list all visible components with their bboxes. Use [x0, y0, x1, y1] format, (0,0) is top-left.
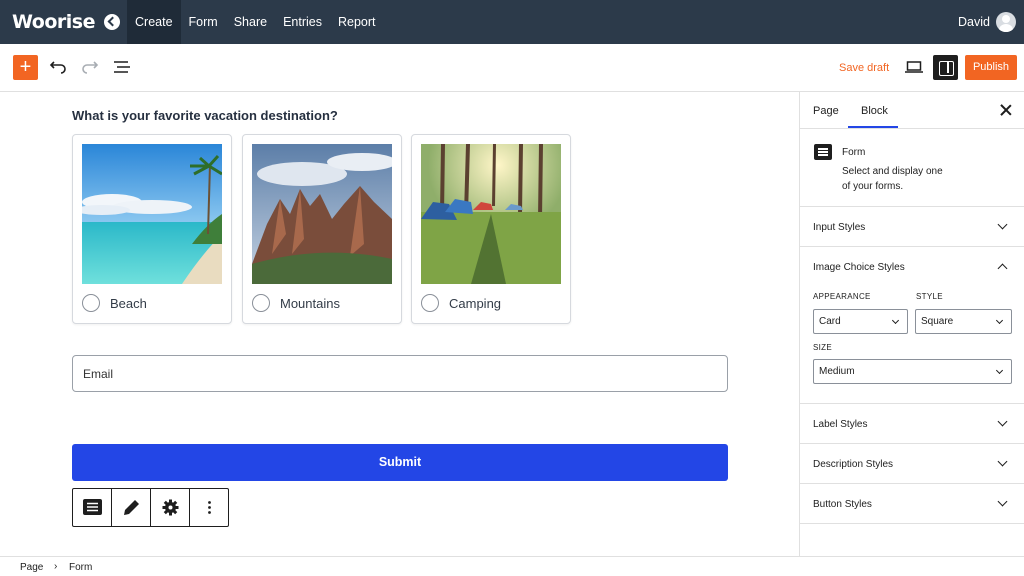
block-description: Select and display one of your forms. — [842, 166, 943, 192]
publish-button[interactable]: Publish — [965, 55, 1017, 80]
breadcrumb: Page › Form — [0, 556, 1024, 576]
chevron-down-icon — [997, 219, 1008, 230]
form-block-icon — [814, 144, 832, 160]
panel-input-styles[interactable]: Input Styles — [800, 207, 1024, 247]
choice-label-beach: Beach — [110, 296, 147, 311]
back-icon[interactable] — [104, 14, 120, 30]
block-card: Form Select and display one of your form… — [800, 129, 1024, 207]
panel-title-description-styles: Description Styles — [813, 459, 894, 470]
chevron-down-icon — [995, 366, 1004, 375]
radio-beach[interactable] — [82, 294, 100, 312]
appearance-value: Card — [819, 316, 841, 327]
chevron-up-icon[interactable] — [997, 263, 1008, 274]
chevron-down-icon — [997, 496, 1008, 507]
save-draft-button[interactable]: Save draft — [839, 62, 889, 74]
form-block-icon — [83, 499, 102, 515]
block-toolbar — [72, 488, 229, 527]
choice-label-camping: Camping — [449, 296, 502, 311]
avatar — [996, 12, 1016, 32]
nav-form[interactable]: Form — [181, 0, 226, 44]
gear-icon — [162, 499, 179, 516]
choice-card-beach[interactable]: Beach — [72, 134, 232, 324]
email-field[interactable]: Email — [72, 355, 728, 392]
nav-entries[interactable]: Entries — [275, 0, 330, 44]
size-label: SIZE — [813, 343, 832, 352]
more-vertical-icon — [208, 501, 211, 514]
panel-title-label-styles: Label Styles — [813, 419, 868, 430]
user-name: David — [958, 15, 990, 29]
panel-button-styles[interactable]: Button Styles — [800, 484, 1024, 524]
active-tab-indicator — [848, 126, 898, 128]
choice-card-camping[interactable]: Camping — [411, 134, 571, 324]
sidebar-tabs: Page Block — [800, 92, 1024, 129]
style-select[interactable]: Square — [915, 309, 1012, 334]
chevron-down-icon — [997, 416, 1008, 427]
undo-icon[interactable] — [46, 56, 70, 80]
chevron-down-icon — [891, 316, 900, 325]
settings-sidebar: Page Block Form Select and display one o… — [799, 92, 1024, 556]
choice-card-mountains[interactable]: Mountains — [242, 134, 402, 324]
desktop-preview-icon[interactable] — [904, 57, 924, 77]
nav-create[interactable]: Create — [127, 0, 181, 44]
block-settings-button[interactable] — [151, 489, 190, 526]
panel-title-input-styles: Input Styles — [813, 222, 866, 233]
appearance-label: APPEARANCE — [813, 292, 871, 301]
panel-title-button-styles: Button Styles — [813, 499, 872, 510]
breadcrumb-page[interactable]: Page — [20, 562, 43, 573]
panel-description-styles[interactable]: Description Styles — [800, 444, 1024, 484]
size-select[interactable]: Medium — [813, 359, 1012, 384]
radio-camping[interactable] — [421, 294, 439, 312]
breadcrumb-form[interactable]: Form — [69, 562, 92, 573]
top-nav: Woorise Create Form Share Entries Report… — [0, 0, 1024, 44]
question-label: What is your favorite vacation destinati… — [72, 108, 338, 123]
tab-page[interactable]: Page — [813, 105, 839, 117]
chevron-down-icon — [997, 456, 1008, 467]
size-value: Medium — [819, 366, 855, 377]
block-name: Form — [842, 147, 866, 158]
edit-button[interactable] — [112, 489, 151, 526]
panel-label-styles[interactable]: Label Styles — [800, 404, 1024, 444]
beach-image — [82, 144, 222, 284]
appearance-select[interactable]: Card — [813, 309, 908, 334]
radio-mountains[interactable] — [252, 294, 270, 312]
submit-button[interactable]: Submit — [72, 444, 728, 481]
settings-sidebar-toggle[interactable] — [933, 55, 958, 80]
block-type-button[interactable] — [73, 489, 112, 526]
chevron-down-icon — [995, 316, 1004, 325]
mountains-image — [252, 144, 392, 284]
chevron-right-icon: › — [54, 561, 58, 572]
nav-report[interactable]: Report — [330, 0, 384, 44]
woorise-logo[interactable]: Woorise — [12, 11, 95, 33]
more-options-button[interactable] — [190, 489, 229, 526]
pencil-icon — [124, 500, 139, 515]
editor-canvas: What is your favorite vacation destinati… — [0, 92, 799, 556]
tab-block[interactable]: Block — [861, 105, 888, 117]
style-label: STYLE — [916, 292, 943, 301]
choice-label-mountains: Mountains — [280, 296, 340, 311]
camping-image — [421, 144, 561, 284]
close-icon[interactable] — [1000, 104, 1012, 116]
add-block-button[interactable]: + — [13, 55, 38, 80]
nav-share[interactable]: Share — [226, 0, 275, 44]
nav-links: Create Form Share Entries Report — [127, 0, 384, 44]
panel-title-image-choice-styles[interactable]: Image Choice Styles — [813, 262, 905, 273]
panel-image-choice-styles: Image Choice Styles APPEARANCE STYLE Car… — [800, 247, 1024, 404]
user-menu[interactable]: David — [958, 12, 1016, 32]
style-value: Square — [921, 316, 954, 327]
redo-icon[interactable] — [78, 56, 102, 80]
list-view-icon[interactable] — [110, 56, 134, 80]
